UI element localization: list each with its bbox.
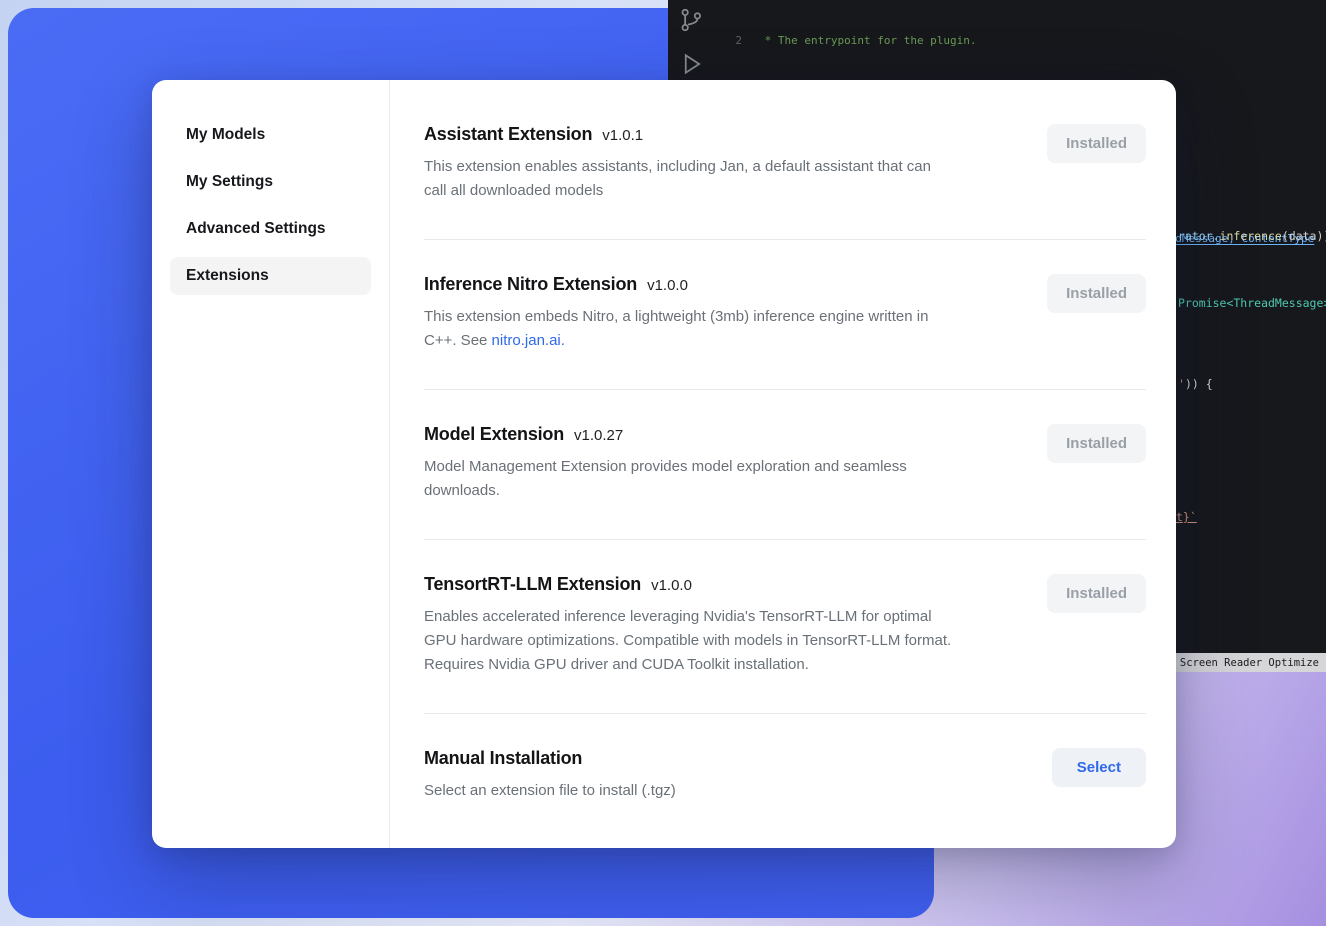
select-file-button[interactable]: Select <box>1052 748 1146 787</box>
settings-sidebar: My Models My Settings Advanced Settings … <box>152 80 390 848</box>
line-number: 2 <box>714 33 742 50</box>
code-token: rator. <box>1178 229 1220 243</box>
installed-button[interactable]: Installed <box>1047 274 1146 313</box>
extension-description: This extension enables assistants, inclu… <box>424 155 954 203</box>
code-token: )) { <box>1185 377 1213 391</box>
code-line: 2 * The entrypoint for the plugin. <box>714 33 1326 50</box>
code-fragment: rator.inference(data)); <box>1178 229 1326 243</box>
sidebar-item-my-settings[interactable]: My Settings <box>170 163 371 201</box>
extension-title: Inference Nitro Extension <box>424 274 637 295</box>
code-comment: * The entrypoint for the plugin. <box>758 34 977 47</box>
code-fragment: ')) { <box>1178 377 1213 391</box>
extension-info: Model Extension v1.0.27 Model Management… <box>424 424 954 503</box>
sidebar-item-my-models[interactable]: My Models <box>170 116 371 154</box>
extensions-panel: Assistant Extension v1.0.1 This extensio… <box>390 80 1176 848</box>
code-token: (data)); <box>1282 229 1326 243</box>
installed-button[interactable]: Installed <box>1047 574 1146 613</box>
manual-installation-row: Manual Installation Select an extension … <box>424 714 1146 803</box>
source-control-icon[interactable] <box>677 6 705 34</box>
extension-version: v1.0.1 <box>602 127 643 144</box>
extension-version: v1.0.27 <box>574 427 623 444</box>
sidebar-item-extensions[interactable]: Extensions <box>170 257 371 295</box>
extension-info: TensortRT-LLM Extension v1.0.0 Enables a… <box>424 574 954 677</box>
code-fragment: t}` <box>1176 510 1197 524</box>
settings-modal: My Models My Settings Advanced Settings … <box>152 80 1176 848</box>
extension-description: This extension embeds Nitro, a lightweig… <box>424 305 954 353</box>
extension-version: v1.0.0 <box>647 277 688 294</box>
extension-info: Inference Nitro Extension v1.0.0 This ex… <box>424 274 954 353</box>
extension-description: Enables accelerated inference leveraging… <box>424 605 954 677</box>
code-fragment: Promise<ThreadMessage> <box>1178 296 1326 310</box>
extension-row-assistant: Assistant Extension v1.0.1 This extensio… <box>424 110 1146 240</box>
extension-title: Assistant Extension <box>424 124 592 145</box>
extension-version: v1.0.0 <box>651 577 692 594</box>
extension-row-tensorrt-llm: TensortRT-LLM Extension v1.0.0 Enables a… <box>424 540 1146 714</box>
manual-installation-description: Select an extension file to install (.tg… <box>424 779 676 803</box>
code-token: ' <box>1178 377 1185 391</box>
screen-reader-status-badge[interactable]: Screen Reader Optimize <box>1173 653 1326 672</box>
extension-info: Assistant Extension v1.0.1 This extensio… <box>424 124 954 203</box>
extension-description: Model Management Extension provides mode… <box>424 455 954 503</box>
manual-installation-title: Manual Installation <box>424 748 582 769</box>
extension-title: Model Extension <box>424 424 564 445</box>
extension-row-inference-nitro: Inference Nitro Extension v1.0.0 This ex… <box>424 240 1146 390</box>
manual-installation-info: Manual Installation Select an extension … <box>424 748 676 803</box>
code-token: inference <box>1220 229 1282 243</box>
sidebar-item-advanced-settings[interactable]: Advanced Settings <box>170 210 371 248</box>
extension-title: TensortRT-LLM Extension <box>424 574 641 595</box>
installed-button[interactable]: Installed <box>1047 124 1146 163</box>
installed-button[interactable]: Installed <box>1047 424 1146 463</box>
run-debug-icon[interactable] <box>677 50 705 78</box>
nitro-jan-ai-link[interactable]: nitro.jan.ai. <box>492 332 565 349</box>
extension-row-model: Model Extension v1.0.27 Model Management… <box>424 390 1146 540</box>
